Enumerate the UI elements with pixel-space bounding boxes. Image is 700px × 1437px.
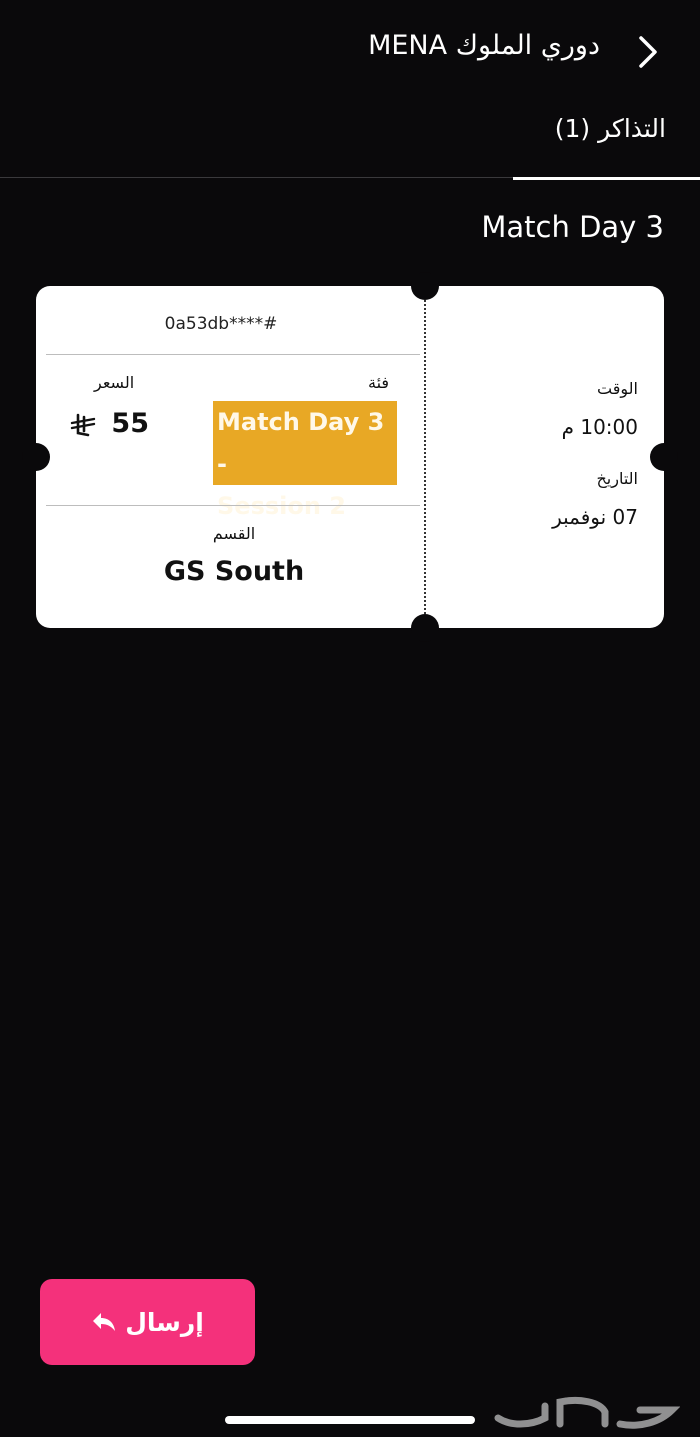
time-value: 10:00 م — [561, 415, 638, 439]
tab-tickets[interactable]: التذاكر (1) — [513, 100, 700, 180]
price-value: 55 — [70, 408, 149, 439]
home-indicator[interactable] — [225, 1416, 475, 1424]
date-label: التاريخ — [596, 469, 638, 488]
tab-bar: التذاكر (1) — [0, 100, 700, 180]
ticket-divider — [46, 505, 420, 506]
ticket-notch-bottom — [411, 614, 439, 642]
category-line-1: Match Day 3 - — [217, 408, 385, 478]
ticket-notch-left — [22, 443, 50, 471]
ticket-card[interactable]: 0a53db****# السعر 55 فئة Match Day 3 - S… — [22, 272, 678, 642]
haraj-watermark-icon — [494, 1396, 680, 1429]
category-value: Match Day 3 - Session 2 — [213, 401, 397, 520]
date-value: 07 نوفمبر — [552, 505, 638, 529]
ticket-notch-right — [650, 443, 678, 471]
send-button-label: إرسال — [125, 1307, 204, 1337]
send-button-content: إرسال — [40, 1279, 255, 1365]
tab-active-indicator — [513, 177, 700, 180]
reply-arrow-icon — [93, 1313, 116, 1331]
category-label: فئة — [368, 373, 390, 392]
header: دوري الملوك MENA — [0, 0, 700, 100]
ticket-notch-top — [411, 272, 439, 300]
category-line-2: Session 2 — [217, 492, 346, 520]
section-value: GS South — [163, 556, 305, 587]
event-title: Match Day 3 — [481, 210, 664, 244]
send-button[interactable]: إرسال — [40, 1279, 255, 1365]
price-amount: 55 — [111, 408, 149, 439]
price-label: السعر — [94, 373, 135, 392]
time-label: الوقت — [597, 379, 638, 398]
saudi-riyal-icon — [70, 413, 96, 436]
section-label: القسم — [212, 524, 256, 543]
page-title: دوري الملوك MENA — [368, 30, 600, 61]
ticket-code: 0a53db****# — [164, 314, 278, 334]
ticket-divider — [46, 354, 420, 355]
chevron-right-icon[interactable] — [634, 34, 662, 70]
tab-tickets-label: التذاكر (1) — [554, 114, 666, 143]
